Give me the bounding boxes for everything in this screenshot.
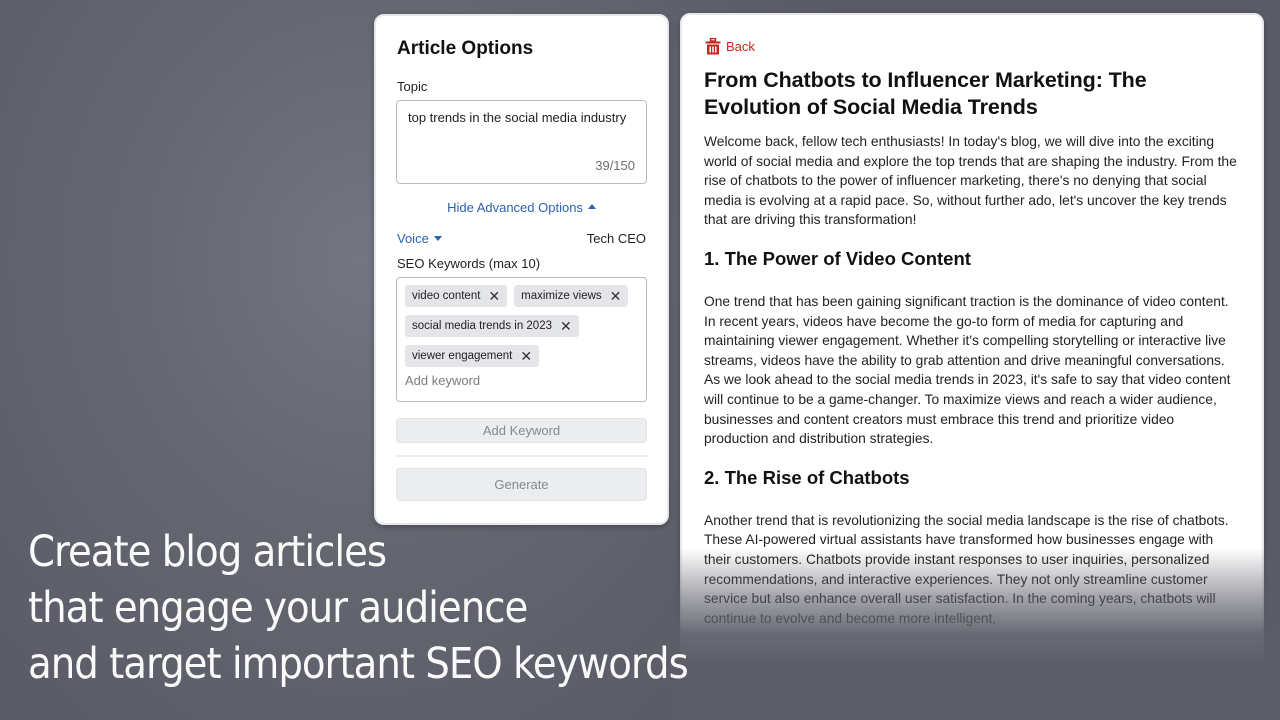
keyword-chip-label: video content	[412, 290, 481, 302]
keyword-chip: social media trends in 2023 ✕	[405, 315, 579, 337]
section-heading: 2. The Rise of Chatbots	[704, 466, 910, 488]
section-body: Another trend that is revolutionizing th…	[704, 512, 1229, 626]
section-heading: 1. The Power of Video Content	[704, 247, 971, 269]
article-intro: Welcome back, fellow tech enthusiasts! I…	[704, 134, 1237, 228]
back-label: Back	[726, 38, 755, 54]
remove-keyword-icon[interactable]: ✕	[488, 289, 500, 303]
seo-keywords-field[interactable]: video content ✕ maximize views ✕ social …	[396, 277, 647, 402]
topic-field[interactable]: 39/150	[396, 100, 647, 184]
remove-keyword-icon[interactable]: ✕	[610, 289, 622, 303]
divider	[396, 455, 647, 457]
keyword-chip-label: social media trends in 2023	[412, 320, 552, 332]
marketing-tagline: Create blog articles that engage your au…	[28, 524, 689, 692]
caret-up-icon	[587, 203, 596, 209]
voice-row: Voice Tech CEO	[396, 229, 647, 247]
keyword-chip-label: viewer engagement	[412, 350, 513, 362]
voice-value: Tech CEO	[586, 230, 646, 246]
caret-down-icon	[433, 235, 442, 241]
back-button[interactable]: Back	[705, 37, 1242, 55]
keyword-chip: maximize views ✕	[514, 285, 629, 307]
topic-label: Topic	[397, 79, 428, 94]
tagline-line: and target important SEO keywords	[28, 639, 689, 689]
article-panel: Back From Chatbots to Influencer Marketi…	[680, 13, 1264, 720]
generate-button[interactable]: Generate	[396, 468, 647, 501]
tagline-line: Create blog articles	[28, 527, 387, 577]
hide-advanced-options-toggle[interactable]: Hide Advanced Options	[396, 198, 647, 216]
keyword-chip-label: maximize views	[521, 290, 602, 302]
article-options-panel: Article Options Topic 39/150 Hide Advanc…	[374, 14, 669, 525]
voice-dropdown[interactable]: Voice	[397, 231, 442, 246]
remove-keyword-icon[interactable]: ✕	[560, 319, 572, 333]
keyword-chip: video content ✕	[405, 285, 508, 307]
add-keyword-input[interactable]	[405, 373, 638, 388]
topic-char-count: 39/150	[595, 158, 635, 173]
add-keyword-button[interactable]: Add Keyword	[396, 418, 647, 443]
topic-input[interactable]	[408, 108, 635, 152]
article-title: From Chatbots to Influencer Marketing: T…	[704, 68, 1147, 119]
section-body: One trend that has been gaining signific…	[704, 293, 1231, 447]
remove-keyword-icon[interactable]: ✕	[520, 349, 532, 363]
voice-label: Voice	[397, 230, 429, 246]
keyword-chip: viewer engagement ✕	[405, 345, 540, 367]
advanced-toggle-label: Hide Advanced Options	[447, 199, 583, 215]
tagline-line: that engage your audience	[28, 583, 528, 633]
seo-keywords-label: SEO Keywords (max 10)	[397, 256, 541, 271]
panel-title: Article Options	[397, 38, 534, 59]
trash-icon	[705, 37, 721, 54]
